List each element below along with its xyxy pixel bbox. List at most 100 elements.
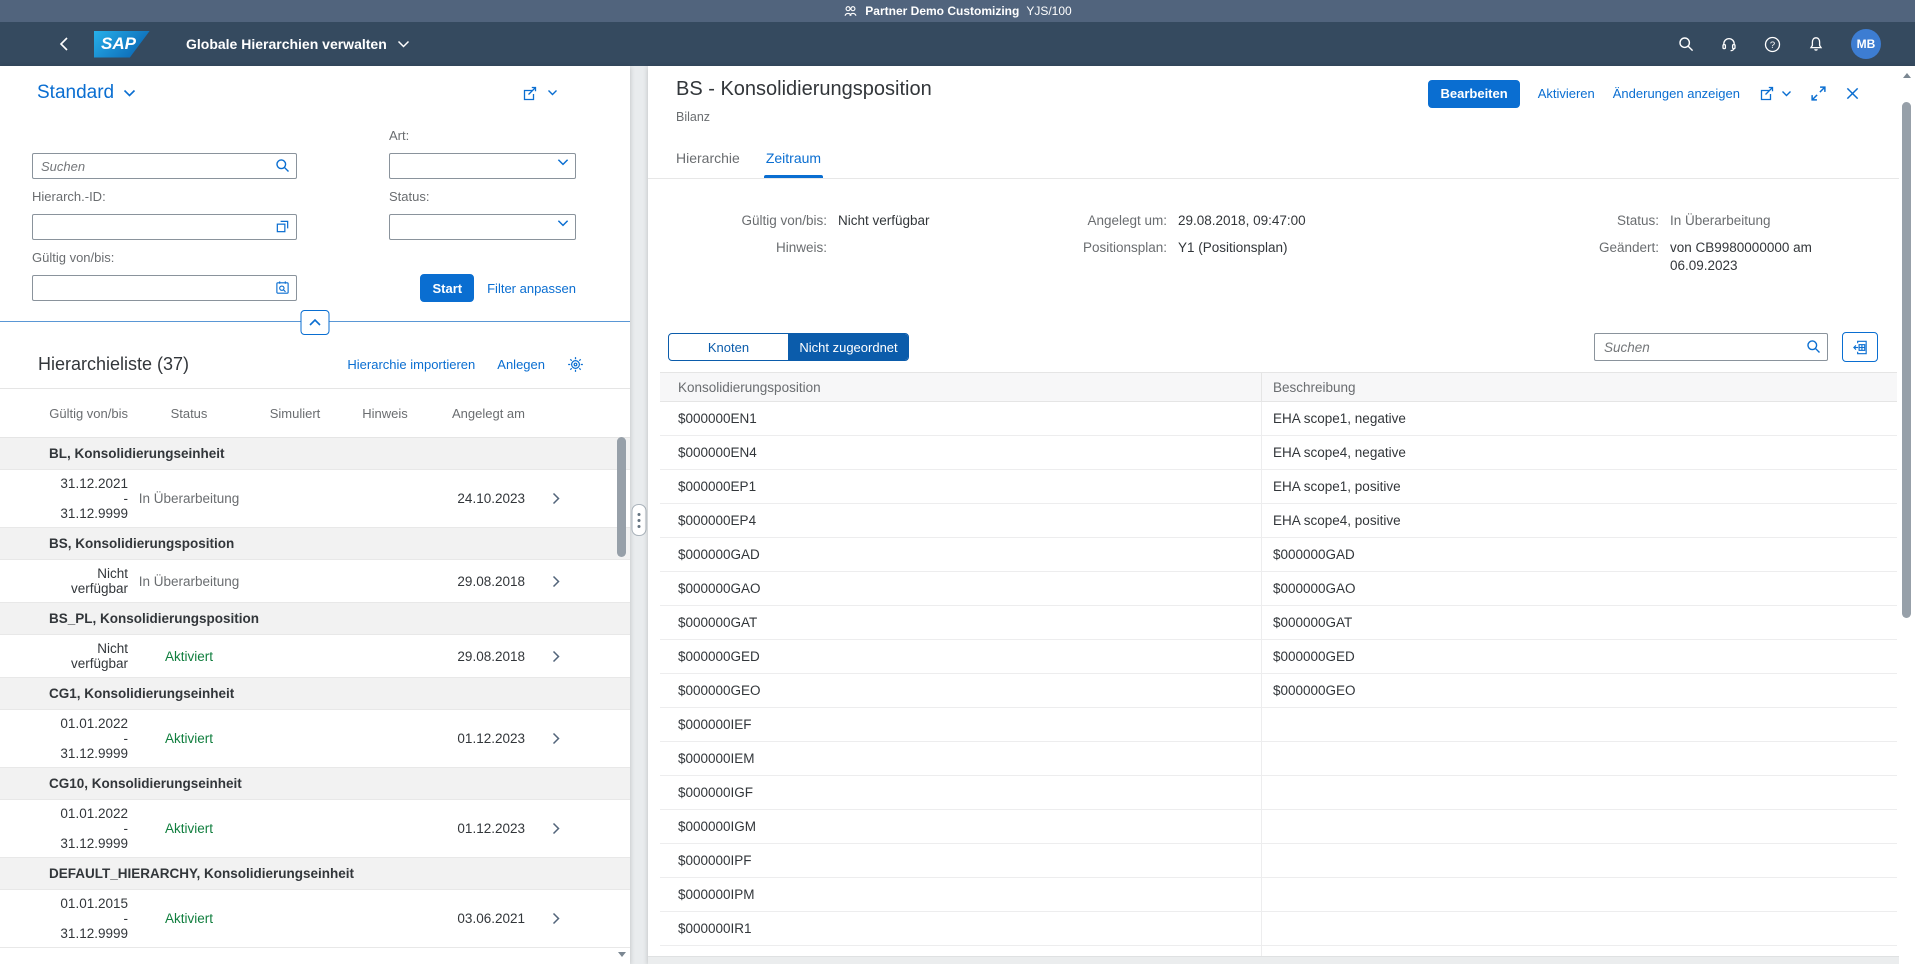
right-scrollbar[interactable] <box>1901 70 1913 960</box>
position-row[interactable]: $000000IR1 <box>660 912 1897 946</box>
value-help-icon[interactable] <box>275 219 290 234</box>
position-row[interactable]: $000000EN4 EHA scope4, negative <box>660 436 1897 470</box>
scrollbar-thumb[interactable] <box>617 437 626 557</box>
show-changes-button[interactable]: Änderungen anzeigen <box>1613 86 1740 101</box>
position-row[interactable]: $000000IPF <box>660 844 1897 878</box>
export-spreadsheet-icon <box>1852 339 1869 356</box>
position-row[interactable]: $000000GAD $000000GAD <box>660 538 1897 572</box>
notifications-bell-icon[interactable] <box>1808 36 1824 52</box>
user-avatar[interactable]: MB <box>1851 29 1881 59</box>
detail-title: BS - Konsolidierungsposition <box>676 78 932 101</box>
back-icon[interactable] <box>58 36 70 52</box>
art-select[interactable] <box>389 153 576 179</box>
positions-table-header: Konsolidierungsposition Beschreibung <box>660 373 1897 402</box>
start-button[interactable]: Start <box>420 274 474 302</box>
position-row[interactable]: $000000IPM <box>660 878 1897 912</box>
filter-search-field[interactable] <box>32 153 297 179</box>
position-id: $000000GED <box>660 640 1261 673</box>
tab-zeitraum[interactable]: Zeitraum <box>766 137 821 178</box>
hierarchy-row[interactable]: 31.12.2021 - 31.12.9999 In Überarbeitung… <box>0 470 630 528</box>
position-id: $000000EN1 <box>660 402 1261 435</box>
create-link[interactable]: Anlegen <box>497 357 545 372</box>
support-headset-icon[interactable] <box>1721 36 1737 52</box>
position-row[interactable]: $000000IEM <box>660 742 1897 776</box>
search-icon[interactable] <box>275 158 290 173</box>
position-row[interactable]: $000000GED $000000GED <box>660 640 1897 674</box>
table-search-field[interactable] <box>1594 333 1828 361</box>
position-row[interactable]: $000000IEF <box>660 708 1897 742</box>
adapt-filters-link[interactable]: Filter anpassen <box>487 281 576 296</box>
column-header: Hinweis <box>340 406 430 421</box>
left-scrollbar[interactable] <box>616 349 628 960</box>
segment-knoten[interactable]: Knoten <box>669 334 788 360</box>
status-text: In Überarbeitung <box>128 574 250 589</box>
date-search-icon[interactable] <box>275 280 290 295</box>
valid-range: 01.01.2015 - 31.12.9999 <box>38 896 128 941</box>
navigate-chevron-right-icon[interactable] <box>552 650 560 663</box>
hierarchy-row[interactable]: 01.01.2015 - 31.12.9999 Aktiviert 03.06.… <box>0 890 630 948</box>
share-chevron-down-icon[interactable] <box>1781 90 1792 98</box>
app-title[interactable]: Globale Hierarchien verwalten <box>186 36 387 52</box>
navigate-chevron-right-icon[interactable] <box>552 912 560 925</box>
navigate-chevron-right-icon[interactable] <box>552 822 560 835</box>
navigate-chevron-right-icon[interactable] <box>552 575 560 588</box>
position-row[interactable]: $000000EP1 EHA scope1, positive <box>660 470 1897 504</box>
tab-hierarchie[interactable]: Hierarchie <box>676 137 740 178</box>
valid-range: Nicht verfügbar <box>38 566 128 596</box>
next-section-strip <box>648 956 1899 964</box>
app-title-chevron-down-icon[interactable] <box>397 40 410 49</box>
position-row[interactable]: $000000GAT $000000GAT <box>660 606 1897 640</box>
art-label: Art: <box>389 128 576 146</box>
position-row[interactable]: $000000GEO $000000GEO <box>660 674 1897 708</box>
position-row[interactable]: $000000EN1 EHA scope1, negative <box>660 402 1897 436</box>
export-spreadsheet-button[interactable] <box>1842 332 1878 362</box>
chevron-up-icon <box>309 318 322 327</box>
share-icon[interactable] <box>1758 85 1775 102</box>
position-description: EHA scope1, positive <box>1261 470 1897 503</box>
valid-date-field[interactable] <box>32 275 297 301</box>
close-icon[interactable] <box>1845 86 1860 101</box>
valid-range: Nicht verfügbar <box>38 641 128 671</box>
scrollbar-thumb[interactable] <box>1902 102 1911 618</box>
hierarchy-row[interactable]: 01.01.2022 - 31.12.9999 Aktiviert 01.12.… <box>0 710 630 768</box>
table-search-input[interactable] <box>1594 333 1828 361</box>
help-icon[interactable]: ? <box>1764 36 1781 53</box>
chevron-down-icon[interactable] <box>557 219 569 228</box>
share-icon[interactable] <box>521 85 538 102</box>
hierarchy-row[interactable]: 01.01.2022 - 31.12.9999 Aktiviert 01.12.… <box>0 800 630 858</box>
search-icon[interactable] <box>1806 339 1821 354</box>
created-date: 29.08.2018 <box>430 649 525 664</box>
position-row[interactable]: $000000GAO $000000GAO <box>660 572 1897 606</box>
navigate-chevron-right-icon[interactable] <box>552 732 560 745</box>
navigate-chevron-right-icon[interactable] <box>552 492 560 505</box>
position-row[interactable]: $000000IGM <box>660 810 1897 844</box>
variant-selector[interactable]: Standard <box>37 82 136 104</box>
search-icon[interactable] <box>1678 36 1694 52</box>
status-select[interactable] <box>389 214 576 240</box>
enter-fullscreen-icon[interactable] <box>1810 85 1827 102</box>
hierarchy-row[interactable]: Nicht verfügbar Aktiviert 29.08.2018 <box>0 635 630 678</box>
splitter-grip[interactable] <box>632 504 647 536</box>
edit-button[interactable]: Bearbeiten <box>1428 80 1519 108</box>
scroll-up-icon[interactable] <box>1903 73 1911 78</box>
collapse-header-button[interactable] <box>301 310 330 335</box>
info-label: Hinweis: <box>676 239 827 257</box>
segment-nicht-zugeordnet[interactable]: Nicht zugeordnet <box>788 334 908 360</box>
info-value: Y1 (Positionsplan) <box>1178 239 1478 257</box>
position-row[interactable]: $000000IGF <box>660 776 1897 810</box>
hierarch-id-field[interactable] <box>32 214 297 240</box>
chevron-down-icon[interactable] <box>557 158 569 167</box>
activate-button[interactable]: Aktivieren <box>1538 86 1595 101</box>
variant-chevron-down-icon <box>123 89 136 98</box>
sap-logo[interactable]: SAP <box>94 31 150 58</box>
import-hierarchy-link[interactable]: Hierarchie importieren <box>347 357 475 372</box>
hierarchy-row[interactable]: Nicht verfügbar In Überarbeitung 29.08.2… <box>0 560 630 603</box>
position-id: $000000IPF <box>660 844 1261 877</box>
share-chevron-down-icon[interactable] <box>547 89 558 97</box>
position-row[interactable]: $000000EP4 EHA scope4, positive <box>660 504 1897 538</box>
settings-gear-icon[interactable] <box>567 356 584 373</box>
hierarchy-table: Gültig von/bis Status Simuliert Hinweis … <box>0 388 630 948</box>
scroll-down-icon[interactable] <box>618 952 626 957</box>
filter-search-input[interactable] <box>32 153 297 179</box>
column-header: Beschreibung <box>1261 373 1897 401</box>
